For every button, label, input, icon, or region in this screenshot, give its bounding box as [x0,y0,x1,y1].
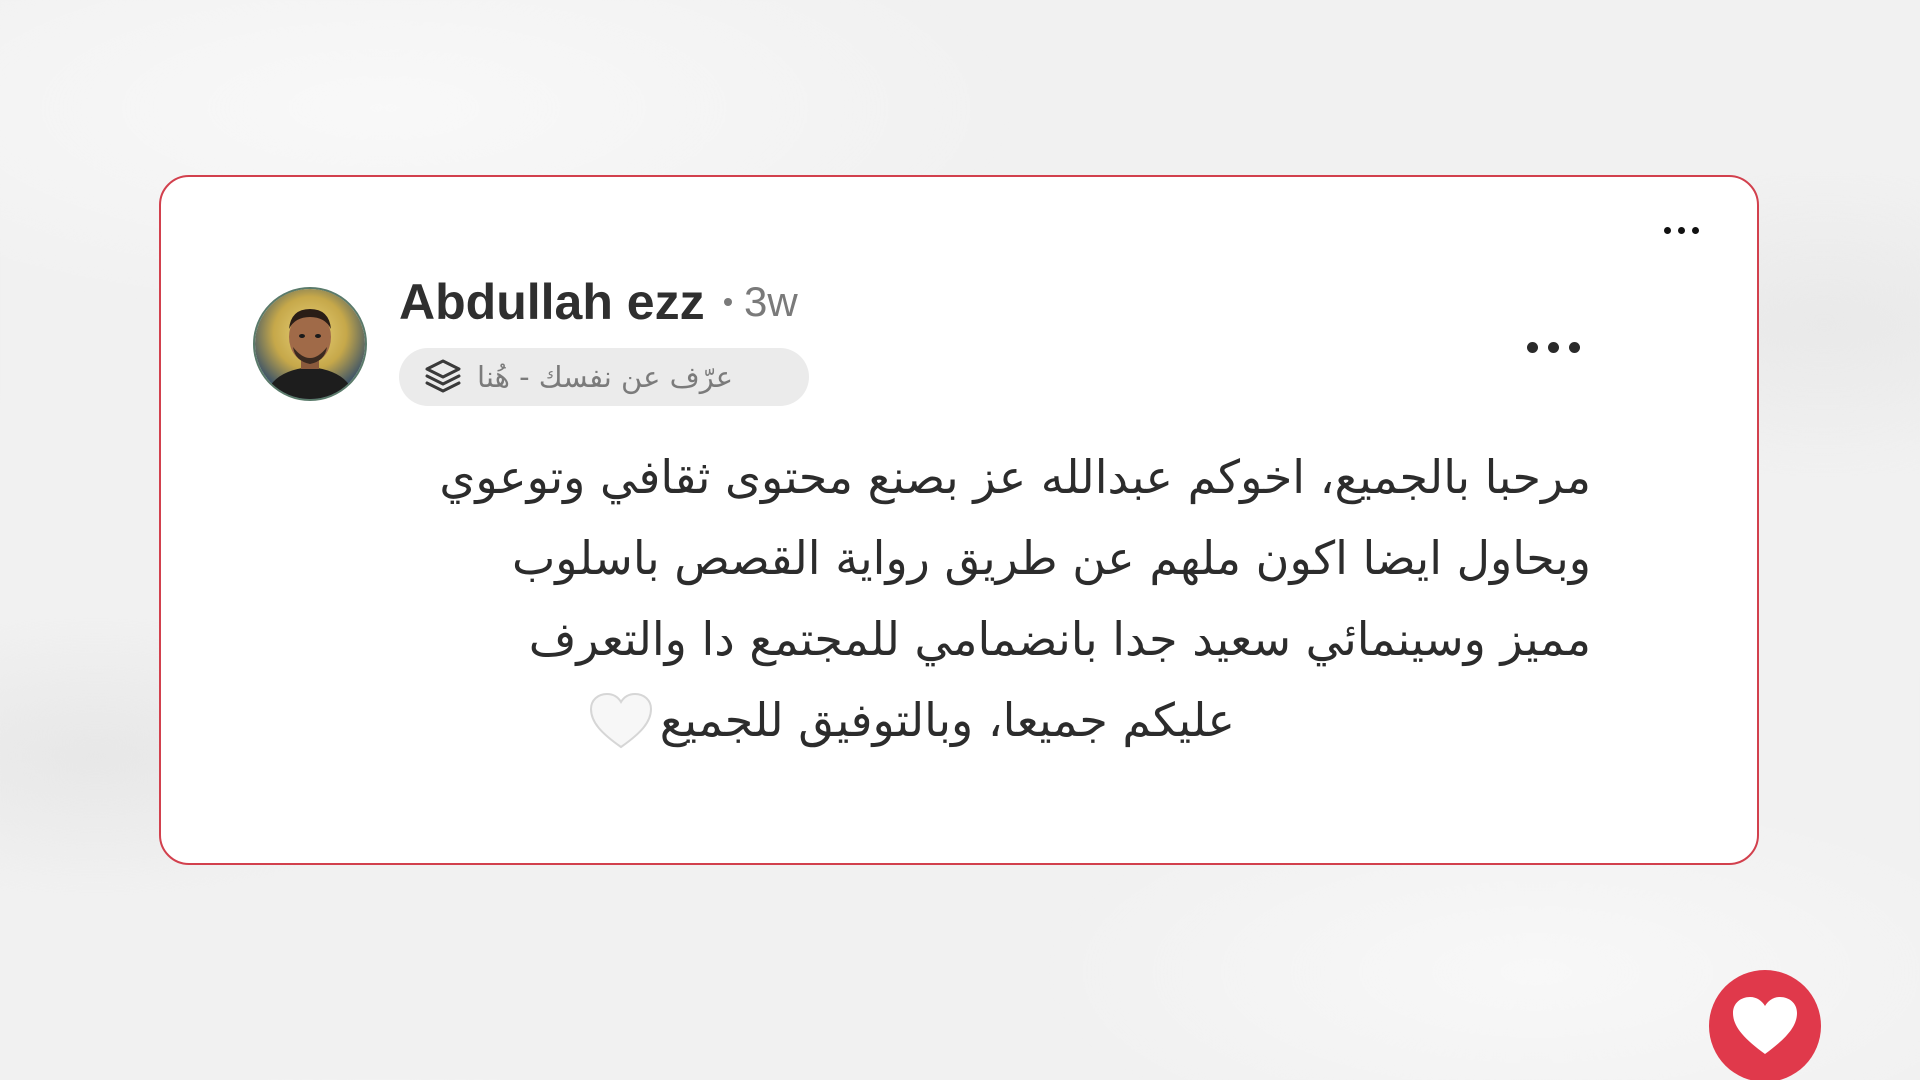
more-dot [1548,342,1559,353]
bio-prompt-pill[interactable]: عرّف عن نفسك - هُنا [399,348,809,406]
separator-dot [724,298,732,306]
card-more-options-icon[interactable] [1664,227,1699,234]
post-line: عليكم جميعا، وبالتوفيق للجميع [659,693,1235,747]
post-line: مميز وسينمائي سعيد جدا بانضمامي للمجتمع … [528,612,1591,666]
post-text: مرحبا بالجميع، اخوكم عبدالله عز بصنع محت… [261,437,1691,761]
avatar[interactable] [253,287,367,401]
post-time: 3w [744,278,798,325]
post-line: وبحاول ايضا اكون ملهم عن طريق رواية القص… [511,531,1591,585]
more-dot [1692,227,1699,234]
layers-icon [425,359,461,393]
more-dot [1569,342,1580,353]
like-button[interactable] [1709,970,1821,1080]
avatar-portrait [255,289,365,399]
post-line: مرحبا بالجميع، اخوكم عبدالله عز بصنع محت… [439,450,1591,504]
heart-icon [1733,997,1797,1054]
post-line-last: عليكم جميعا، وبالتوفيق للجميع [261,680,1691,761]
more-dot [1678,227,1685,234]
last-line-wrap: عليكم جميعا، وبالتوفيق للجميع [588,680,1235,761]
more-dot [1664,227,1671,234]
post-more-options-icon[interactable] [1527,342,1580,353]
more-dot [1527,342,1538,353]
white-heart-icon [589,692,652,748]
bio-prompt-text: عرّف عن نفسك - هُنا [477,360,734,394]
author-name[interactable]: Abdullah ezz [399,277,705,327]
post-card: Abdullah ezz 3w عرّف عن نفسك - هُنا مرحب… [159,175,1821,1080]
post-meta: 3w [724,281,798,323]
